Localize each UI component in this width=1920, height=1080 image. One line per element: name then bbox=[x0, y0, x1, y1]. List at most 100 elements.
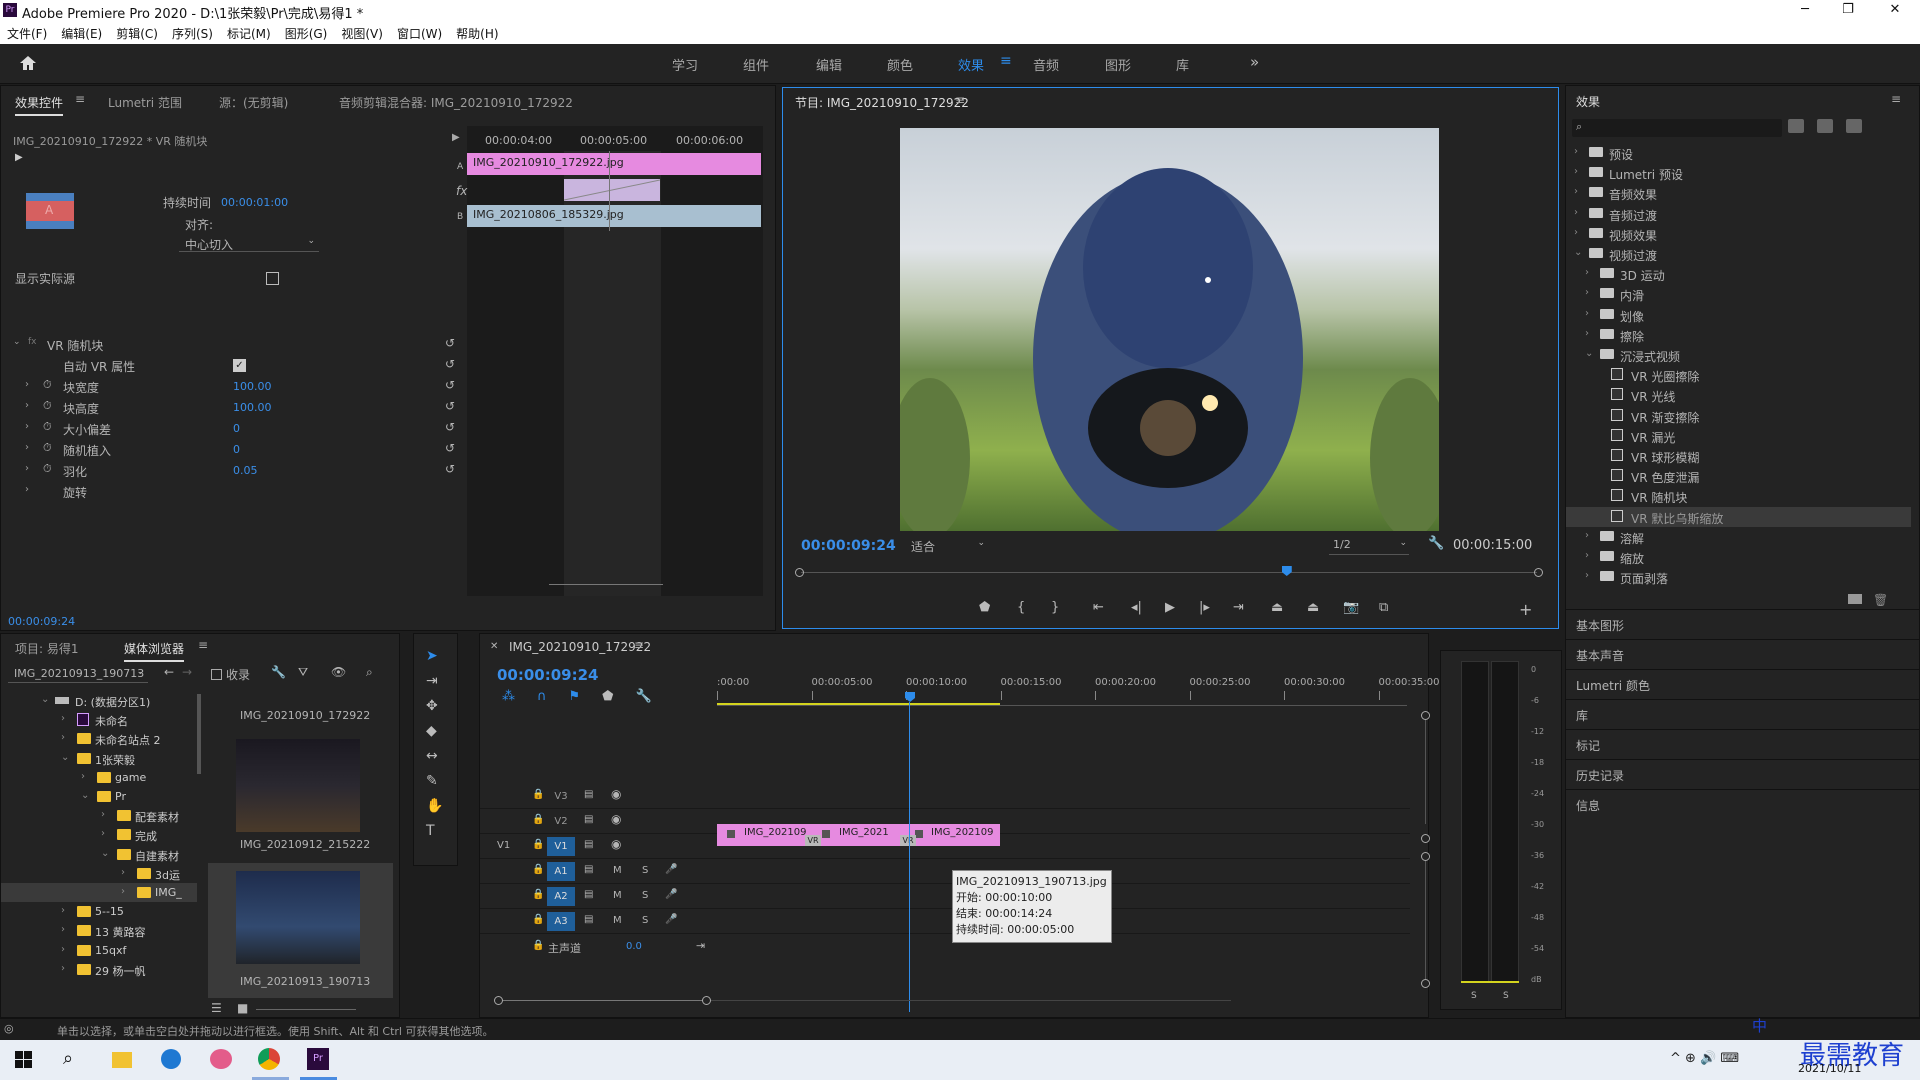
program-timecode[interactable]: 00:00:09:24 bbox=[801, 538, 896, 554]
yuv-effects-icon[interactable] bbox=[1846, 119, 1862, 133]
tab-source[interactable]: 源：(无剪辑) bbox=[219, 94, 288, 111]
mute-button[interactable]: M bbox=[613, 890, 622, 901]
tree-scrollbar[interactable] bbox=[197, 694, 201, 774]
effect-item[interactable]: VR 随机块 bbox=[1566, 486, 1911, 506]
program-scrub-bar[interactable] bbox=[795, 566, 1543, 578]
menu-item[interactable]: 窗口(W) bbox=[390, 22, 449, 42]
comparison-view-icon[interactable]: ⧉ bbox=[1379, 600, 1388, 615]
reset-icon[interactable]: ↺ bbox=[445, 441, 455, 455]
effect-param-row[interactable]: › ⏱ 块高度 100.00 ↺ bbox=[1, 398, 463, 418]
mute-button[interactable]: M bbox=[613, 915, 622, 926]
sync-lock-icon[interactable]: ▤ bbox=[584, 864, 593, 875]
effect-header[interactable]: ⌄ fx VR 随机块 ↺ bbox=[1, 335, 463, 355]
step-back-icon[interactable]: ◂| bbox=[1131, 600, 1142, 615]
time-ruler[interactable]: :00:00 00:00:05:00 00:00:10:00 00:00:15:00 0… bbox=[717, 677, 1440, 701]
workspace-tab[interactable]: 音频 bbox=[1033, 55, 1059, 74]
mic-icon[interactable]: 🎤 bbox=[665, 914, 677, 925]
32bit-effects-icon[interactable] bbox=[1817, 119, 1833, 133]
workspace-tab[interactable]: 颜色 bbox=[887, 55, 913, 74]
track-target[interactable]: V3 bbox=[547, 787, 575, 806]
browser-tree-item[interactable]: › game bbox=[1, 768, 197, 787]
back-icon[interactable]: ← bbox=[164, 665, 174, 679]
panel-section[interactable]: 基本图形 bbox=[1566, 609, 1919, 638]
clip-a[interactable]: IMG_20210910_172922.jpg bbox=[467, 153, 761, 175]
menu-item[interactable]: 文件(F) bbox=[0, 22, 54, 42]
panel-menu-icon[interactable]: ≡ bbox=[198, 638, 208, 652]
source-patch[interactable]: V1 bbox=[497, 840, 510, 851]
chevron-right-icon[interactable]: › bbox=[25, 463, 29, 474]
chevron-right-icon[interactable]: › bbox=[61, 713, 65, 724]
effect-folder[interactable]: › 音频过渡 bbox=[1566, 204, 1911, 224]
track-select-icon[interactable]: ⇥ bbox=[426, 673, 443, 689]
delete-icon[interactable]: 🗑 bbox=[1873, 593, 1888, 607]
filter-icon[interactable]: ⛛ bbox=[298, 665, 308, 680]
browser-tree-item[interactable]: ⌄ 1张荣毅 bbox=[1, 749, 197, 768]
close-button[interactable]: ✕ bbox=[1885, 2, 1905, 17]
chevron-down-icon[interactable]: ⌄ bbox=[61, 752, 69, 763]
program-title[interactable]: 节目: IMG_20210910_172922 bbox=[795, 94, 969, 114]
chevron-right-icon[interactable]: › bbox=[1585, 570, 1589, 581]
workspace-menu-icon[interactable]: ≡ bbox=[1000, 53, 1012, 69]
windows-start-icon[interactable] bbox=[15, 1051, 32, 1068]
effect-param-row[interactable]: › 旋转 bbox=[1, 482, 463, 502]
nest-icon[interactable]: ⁂ bbox=[502, 689, 515, 704]
menu-item[interactable]: 剪辑(C) bbox=[109, 22, 165, 42]
view-icon[interactable]: 👁 bbox=[331, 665, 346, 679]
lock-icon[interactable]: 🔒 bbox=[532, 914, 544, 925]
effect-folder[interactable]: › 页面剥落 bbox=[1566, 567, 1911, 587]
lock-icon[interactable]: 🔒 bbox=[532, 864, 544, 875]
forward-icon[interactable]: → bbox=[182, 665, 192, 679]
effect-folder[interactable]: ⌄ 沉浸式视频 bbox=[1566, 345, 1911, 365]
mute-button[interactable]: M bbox=[613, 865, 622, 876]
v-scroll-top[interactable] bbox=[1421, 711, 1430, 720]
ingest-checkbox[interactable] bbox=[211, 669, 222, 680]
panel-section[interactable]: 基本声音 bbox=[1566, 639, 1919, 668]
effect-item[interactable]: VR 光线 bbox=[1566, 385, 1911, 405]
app-icon[interactable] bbox=[210, 1049, 232, 1069]
chevron-right-icon[interactable]: › bbox=[121, 867, 125, 878]
chevron-right-icon[interactable]: › bbox=[25, 421, 29, 432]
effect-item[interactable]: VR 光圈擦除 bbox=[1566, 365, 1911, 385]
auto-vr-checkbox[interactable]: ✓ bbox=[233, 359, 246, 372]
effect-folder[interactable]: › Lumetri 预设 bbox=[1566, 163, 1911, 183]
slip-tool-icon[interactable]: ↔ bbox=[426, 748, 443, 764]
v-scroll-mid[interactable] bbox=[1421, 834, 1430, 843]
master-value[interactable]: 0.0 bbox=[626, 941, 642, 952]
step-forward-icon[interactable]: |▸ bbox=[1199, 600, 1210, 615]
browser-tree-item[interactable]: › 未命名 bbox=[1, 710, 197, 729]
home-icon[interactable] bbox=[18, 54, 38, 72]
solo-right-button[interactable]: S bbox=[1503, 991, 1509, 1001]
effects-title[interactable]: 效果 bbox=[1576, 93, 1600, 110]
align-dropdown[interactable]: 中心切入 ⌄ bbox=[179, 234, 319, 252]
chevron-down-icon[interactable]: ⌄ bbox=[1574, 247, 1582, 258]
menu-item[interactable]: 视图(V) bbox=[334, 22, 390, 42]
marker-icon[interactable]: ⬟ bbox=[602, 689, 613, 704]
solo-button[interactable]: S bbox=[642, 915, 648, 926]
chevron-right-icon[interactable]: › bbox=[61, 963, 65, 974]
chevron-right-icon[interactable]: › bbox=[61, 732, 65, 743]
expand-arrow-icon[interactable]: ▶ bbox=[452, 132, 460, 143]
ime-indicator[interactable]: 中 bbox=[1752, 1015, 1767, 1036]
effect-item[interactable]: VR 默比乌斯缩放 bbox=[1566, 506, 1911, 527]
chevron-right-icon[interactable]: › bbox=[101, 809, 105, 820]
track-target[interactable]: V2 bbox=[547, 812, 575, 831]
eye-icon[interactable]: ◉ bbox=[611, 787, 621, 801]
fx-icon[interactable]: fx bbox=[456, 184, 467, 198]
browser-tree-item[interactable]: › 15qxf bbox=[1, 941, 197, 960]
solo-button[interactable]: S bbox=[642, 890, 648, 901]
ripple-edit-icon[interactable]: ✥ bbox=[426, 698, 443, 714]
panel-section[interactable]: 库 bbox=[1566, 699, 1919, 728]
clip-v1-3[interactable]: IMG_202109 bbox=[907, 824, 1000, 846]
mic-icon[interactable]: 🎤 bbox=[665, 864, 677, 875]
type-tool-icon[interactable]: T bbox=[426, 823, 443, 839]
chevron-down-icon[interactable]: ⌄ bbox=[41, 694, 49, 705]
play-icon[interactable]: ▶ bbox=[1165, 600, 1175, 615]
chevron-right-icon[interactable]: › bbox=[1585, 267, 1589, 278]
chevron-right-icon[interactable]: › bbox=[1585, 308, 1589, 319]
stopwatch-icon[interactable]: ⏱ bbox=[43, 462, 52, 476]
chevron-right-icon[interactable]: › bbox=[25, 442, 29, 453]
mic-icon[interactable]: 🎤 bbox=[665, 889, 677, 900]
play-transition-icon[interactable]: ▶ bbox=[15, 152, 23, 163]
search-icon[interactable]: ⌕ bbox=[63, 1048, 73, 1069]
chevron-right-icon[interactable]: › bbox=[1574, 146, 1578, 157]
